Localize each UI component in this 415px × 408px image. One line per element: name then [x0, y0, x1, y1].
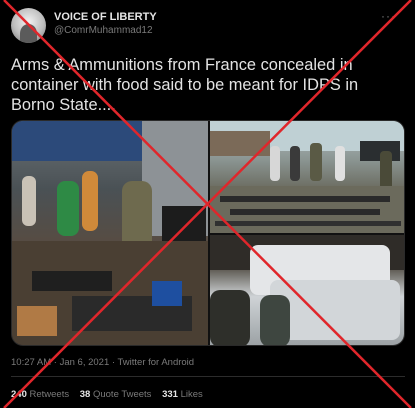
tweet-timestamp[interactable]: 10:27 AM · Jan 6, 2021 · Twitter for And…	[11, 357, 194, 368]
tweet-text: Arms & Ammunitions from France concealed…	[11, 56, 359, 114]
photo-food-sacks-in-container[interactable]	[210, 235, 404, 345]
tweet-card: VOICE OF LIBERTY @ComrMuhammad12 ··· Arm…	[0, 0, 415, 408]
author-name[interactable]: VOICE OF LIBERTY	[54, 11, 157, 23]
media-grid	[11, 120, 405, 346]
retweets-stat[interactable]: 240 Retweets	[11, 389, 69, 400]
retweets-label: Retweets	[29, 389, 70, 400]
divider	[11, 376, 405, 377]
photo-officers-unpacking-container[interactable]	[12, 121, 208, 345]
engagement-stats: 240 Retweets 38 Quote Tweets 331 Likes	[11, 389, 211, 400]
likes-label: Likes	[180, 389, 203, 400]
likes-stat[interactable]: 331 Likes	[162, 389, 203, 400]
quotes-count: 38	[79, 389, 91, 400]
avatar[interactable]	[11, 8, 46, 43]
author-handle[interactable]: @ComrMuhammad12	[54, 25, 153, 36]
retweets-count: 240	[11, 389, 27, 400]
more-dots-icon[interactable]: ···	[381, 9, 396, 23]
quotes-label: Quote Tweets	[92, 389, 152, 400]
photo-rifles-on-ground[interactable]	[210, 121, 404, 233]
quotes-stat[interactable]: 38 Quote Tweets	[80, 389, 152, 400]
likes-count: 331	[162, 389, 178, 400]
